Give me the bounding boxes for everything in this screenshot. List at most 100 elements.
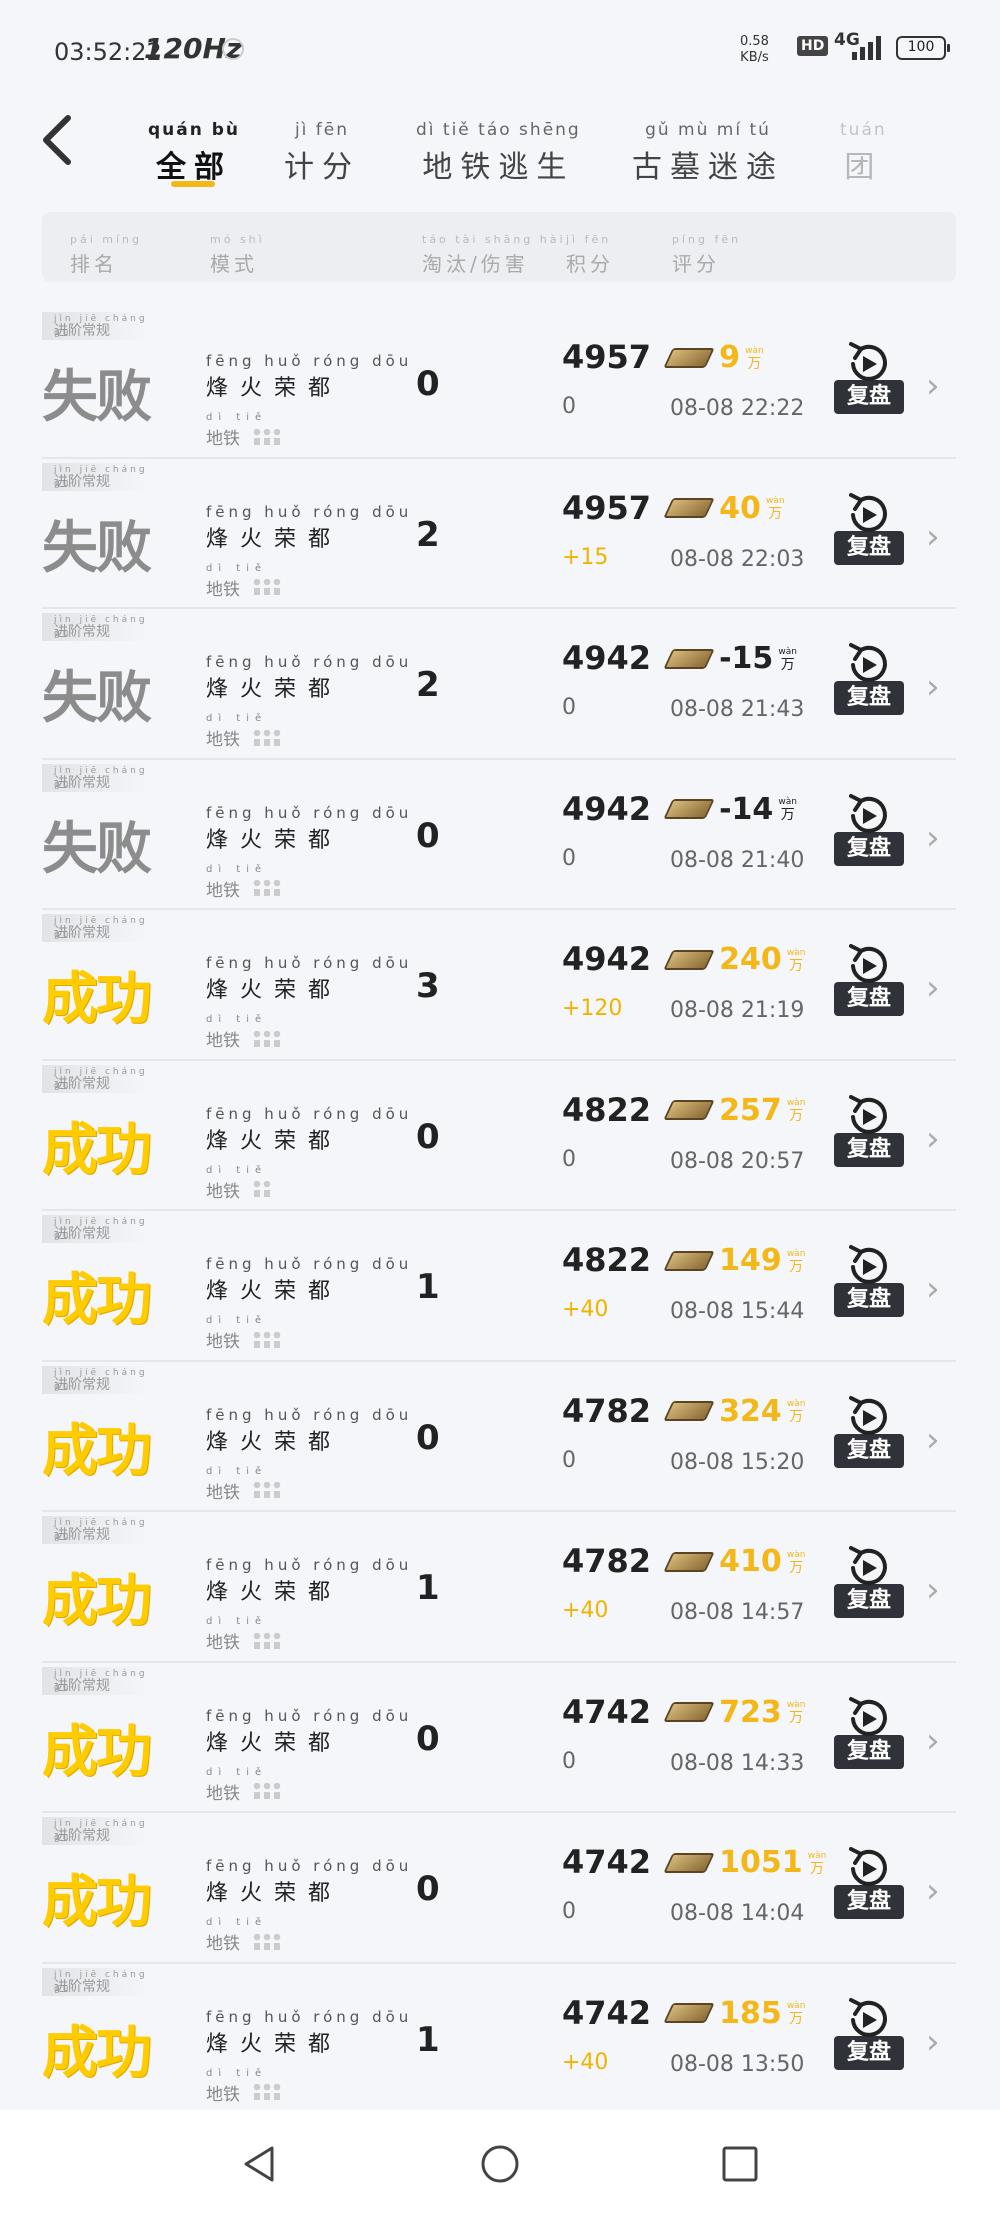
network-speed: 0.58 KB/s <box>740 34 769 65</box>
replay-button[interactable]: 复盘 <box>834 1544 904 1618</box>
replay-button[interactable]: 复盘 <box>834 1845 904 1919</box>
replay-button[interactable]: 复盘 <box>834 942 904 1016</box>
replay-icon <box>849 944 887 983</box>
match-result: 失败 <box>42 515 152 581</box>
map-label: dì tiě 地铁 <box>206 563 412 601</box>
replay-button[interactable]: 复盘 <box>834 792 904 866</box>
chevron-right-icon[interactable]: › <box>926 366 940 406</box>
map-label: dì tiě 地铁 <box>206 1315 412 1353</box>
chevron-right-icon[interactable]: › <box>926 1420 940 1460</box>
match-row-8[interactable]: jìn jiē cháng guī 进阶常规 成功 fēng huǒ róng … <box>42 1362 956 1512</box>
replay-button[interactable]: 复盘 <box>834 1394 904 1468</box>
tab-metro-escape[interactable]: dì tiě táo shēng 地铁逃生 <box>416 120 581 186</box>
chevron-right-icon[interactable]: › <box>926 1871 940 1911</box>
gold-bar-icon <box>663 347 715 368</box>
mode-tag: jìn jiē cháng guī 进阶常规 <box>42 1516 150 1544</box>
hd-badge: HD <box>797 36 829 56</box>
replay-icon <box>849 1546 887 1585</box>
chevron-right-icon[interactable]: › <box>926 1570 940 1610</box>
rating: -15 wàn 万 <box>663 641 797 681</box>
rating: 149 wàn 万 <box>663 1243 805 1283</box>
match-row-1[interactable]: jìn jiē cháng guī 进阶常规 失败 fēng huǒ róng … <box>42 308 956 459</box>
person-icon <box>263 2084 272 2100</box>
replay-button[interactable]: 复盘 <box>834 491 904 565</box>
score-delta: 0 <box>562 845 576 871</box>
rating: -14 wàn 万 <box>663 792 797 832</box>
replay-button[interactable]: 复盘 <box>834 340 904 414</box>
header-rank: pái míng 排名 <box>70 233 143 277</box>
header-elimination: táo tài shāng hài 淘汰/伤害 <box>422 233 566 277</box>
tab-tomb-maze[interactable]: gǔ mù mí tú 古墓迷途 <box>632 120 784 186</box>
back-button[interactable] <box>38 112 78 172</box>
match-time: 08-08 21:40 <box>670 847 805 873</box>
match-row-4[interactable]: jìn jiē cháng guī 进阶常规 失败 fēng huǒ róng … <box>42 760 956 910</box>
replay-button[interactable]: 复盘 <box>834 1996 904 2070</box>
chevron-right-icon[interactable]: › <box>926 667 940 707</box>
nav-recents-icon[interactable] <box>718 2142 762 2186</box>
chevron-right-icon[interactable]: › <box>926 968 940 1008</box>
person-icon <box>253 1783 262 1799</box>
mode-tag: jìn jiē cháng guī 进阶常规 <box>42 462 150 491</box>
replay-icon <box>849 1997 887 2037</box>
match-row-12[interactable]: jìn jiē cháng guī 进阶常规 成功 fēng huǒ róng … <box>42 1964 956 2114</box>
person-icon <box>263 880 272 896</box>
person-icon <box>273 1632 282 1649</box>
gold-bar-icon <box>663 498 715 518</box>
eliminations: 0 <box>416 1116 440 1157</box>
chevron-right-icon[interactable]: › <box>926 1721 940 1761</box>
match-row-6[interactable]: jìn jiē cháng guī 进阶常规 成功 fēng huǒ róng … <box>42 1061 956 1211</box>
replay-button[interactable]: 复盘 <box>834 1695 904 1769</box>
map-label: dì tiě 地铁 <box>206 1466 412 1504</box>
chevron-right-icon[interactable]: › <box>926 1269 940 1309</box>
person-icon <box>253 1482 262 1498</box>
tab-all[interactable]: quán bù 全部 <box>148 120 240 186</box>
person-icon <box>253 1933 262 1950</box>
match-mode: fēng huǒ róng dōu 烽火荣都 dì tiě 地铁 <box>206 1255 413 1353</box>
map-label: dì tiě 地铁 <box>206 1165 412 1203</box>
match-result: 成功 <box>42 1870 152 1935</box>
signal-icon <box>852 36 888 60</box>
replay-button[interactable]: 复盘 <box>834 641 904 715</box>
person-icon <box>253 428 262 445</box>
rating-unit: wàn 万 <box>786 947 806 974</box>
match-row-2[interactable]: jìn jiē cháng guī 进阶常规 失败 fēng huǒ róng … <box>42 459 956 609</box>
map-label: dì tiě 地铁 <box>206 1014 412 1052</box>
match-result: 成功 <box>42 2020 152 2086</box>
chevron-right-icon[interactable]: › <box>926 2022 940 2062</box>
score-value: 4782 <box>562 1391 652 1430</box>
match-row-5[interactable]: jìn jiē cháng guī 进阶常规 成功 fēng huǒ róng … <box>42 910 956 1061</box>
nav-back-icon[interactable] <box>238 2142 282 2186</box>
match-row-11[interactable]: jìn jiē cháng guī 进阶常规 成功 fēng huǒ róng … <box>42 1813 956 1964</box>
match-row-10[interactable]: jìn jiē cháng guī 进阶常规 成功 fēng huǒ róng … <box>42 1663 956 1813</box>
squad-icon <box>253 729 283 751</box>
rating-value: 9 <box>719 340 740 375</box>
match-row-9[interactable]: jìn jiē cháng guī 进阶常规 成功 fēng huǒ róng … <box>42 1512 956 1663</box>
replay-icon <box>849 492 887 532</box>
rating: 1051 wàn 万 <box>663 1845 826 1885</box>
mode-tag: jìn jiē cháng guī 进阶常规 <box>42 1365 150 1394</box>
eliminations: 0 <box>416 364 440 404</box>
score-value: 4822 <box>562 1090 652 1129</box>
squad-icon <box>253 2084 283 2105</box>
replay-button[interactable]: 复盘 <box>834 1093 904 1167</box>
rating: 185 wàn 万 <box>663 1996 806 2036</box>
eliminations: 0 <box>416 1417 440 1458</box>
map-label: dì tiě 地铁 <box>206 1616 412 1654</box>
match-row-7[interactable]: jìn jiē cháng guī 进阶常规 成功 fēng huǒ róng … <box>42 1211 956 1362</box>
nav-home-icon[interactable] <box>478 2142 522 2186</box>
chevron-right-icon[interactable]: › <box>926 1119 940 1159</box>
person-icon <box>263 729 272 746</box>
match-time: 08-08 15:44 <box>670 1299 805 1324</box>
chevron-right-icon[interactable]: › <box>926 818 940 858</box>
replay-button[interactable]: 复盘 <box>834 1243 904 1317</box>
tab-score[interactable]: jì fēn 计分 <box>284 120 360 186</box>
score-delta: +40 <box>562 2049 609 2075</box>
replay-icon <box>849 1094 887 1134</box>
person-icon <box>273 880 282 896</box>
match-row-3[interactable]: jìn jiē cháng guī 进阶常规 失败 fēng huǒ róng … <box>42 609 956 760</box>
replay-icon <box>849 1395 887 1435</box>
rating-unit: wàn 万 <box>786 2001 806 2027</box>
chevron-right-icon[interactable]: › <box>926 517 940 557</box>
tab-team[interactable]: tuán 团 <box>840 120 887 186</box>
match-mode: fēng huǒ róng dōu 烽火荣都 dì tiě 地铁 <box>206 1857 413 1954</box>
